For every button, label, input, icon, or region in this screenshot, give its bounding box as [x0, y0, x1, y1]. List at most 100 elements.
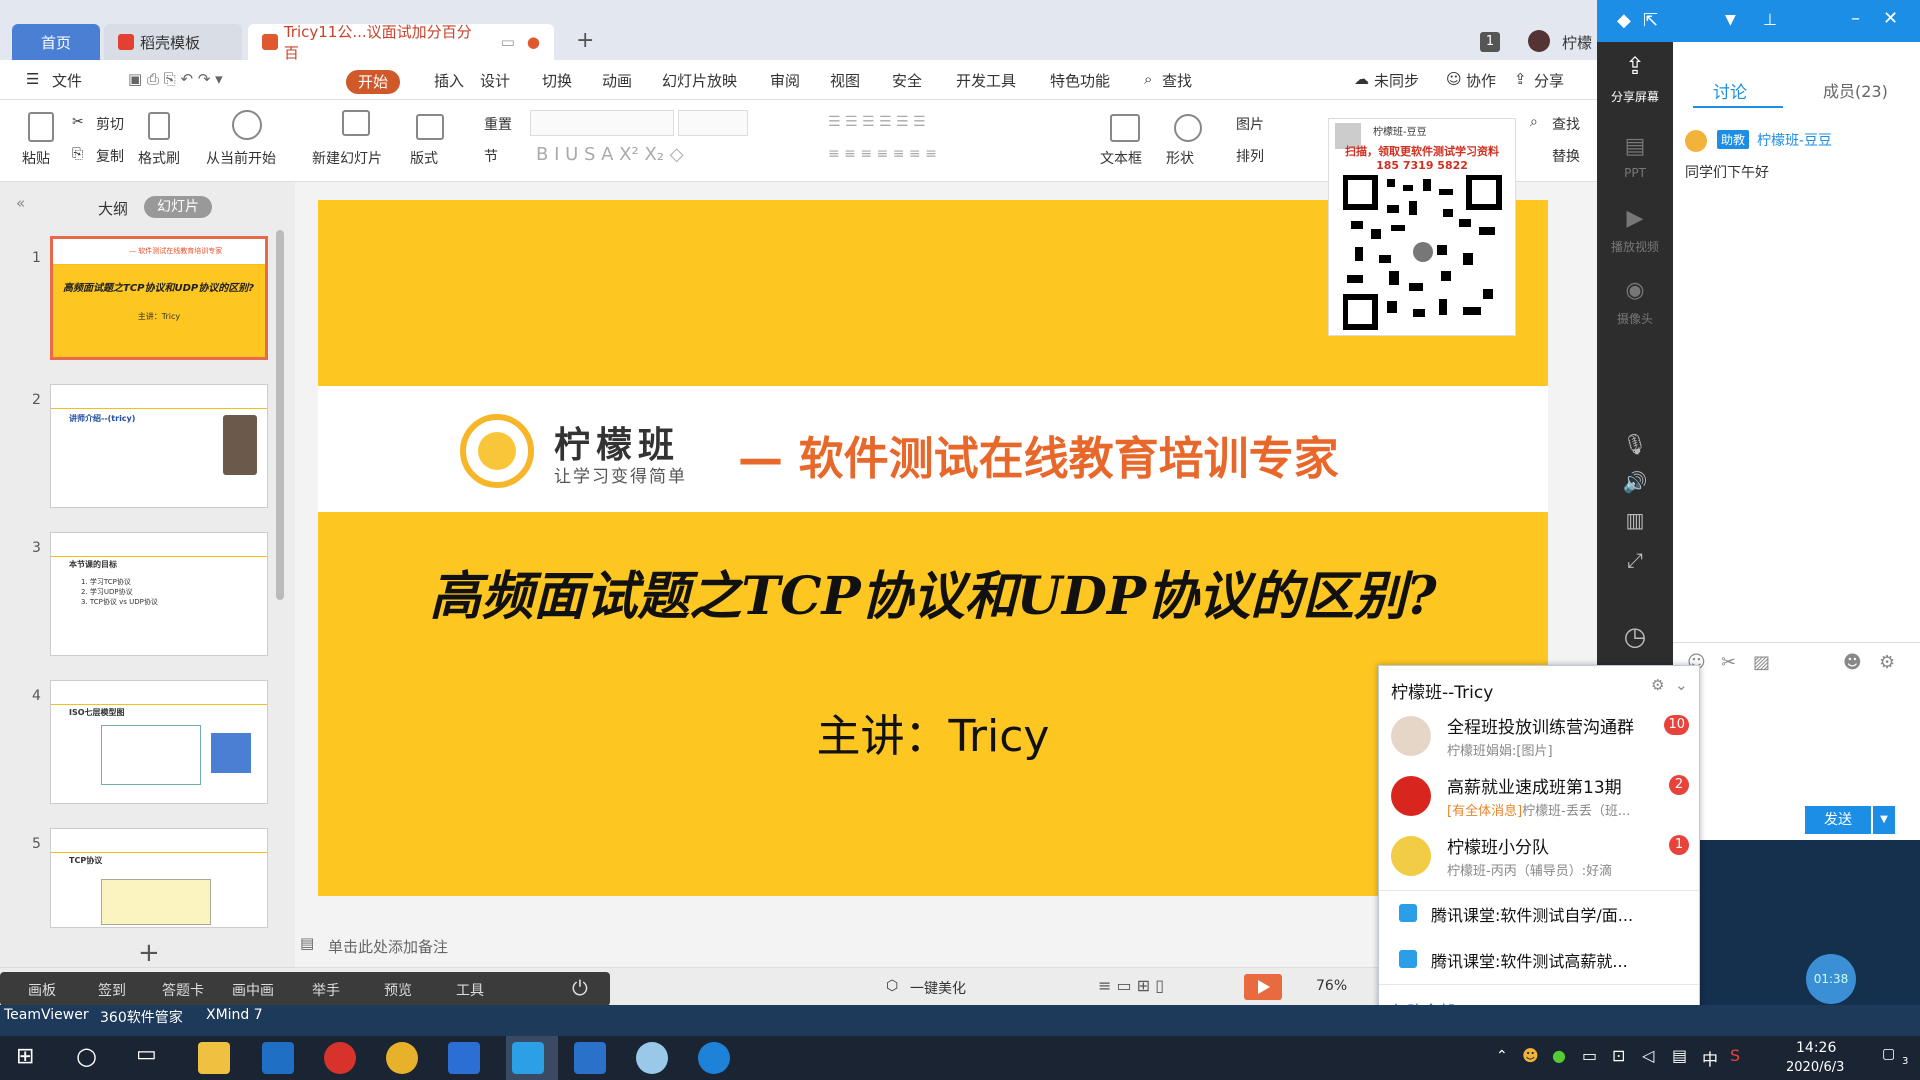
menu-design[interactable]: 设计 — [480, 70, 510, 91]
ppt-label[interactable]: PPT — [1597, 166, 1673, 180]
tab-members[interactable]: 成员(23) — [1823, 78, 1888, 102]
menu-special[interactable]: 特色功能 — [1050, 70, 1110, 91]
menu-view[interactable]: 视图 — [830, 70, 860, 91]
camera-label[interactable]: 摄像头 — [1597, 310, 1673, 327]
paint-icon[interactable] — [636, 1042, 668, 1074]
slide-thumbnail-1[interactable]: — 软件测试在线教育培训专家 高频面试题之TCP协议和UDP协议的区别? 主讲：… — [50, 236, 268, 360]
section-button[interactable]: 节 — [484, 146, 498, 166]
network-icon[interactable]: ⊡ — [1612, 1046, 1625, 1065]
shape-button[interactable]: 形状 — [1166, 148, 1194, 168]
send-button[interactable]: 发送 — [1805, 806, 1871, 834]
send-options-icon[interactable]: ▼ — [1873, 806, 1895, 834]
share-screen-icon[interactable]: ⇪ — [1597, 52, 1673, 80]
netease-icon[interactable] — [324, 1042, 356, 1074]
window-count-badge[interactable]: 1 — [1480, 32, 1500, 52]
slide-thumbnail-4[interactable]: ISO七层模型图 — [50, 680, 268, 804]
font-size-select[interactable] — [678, 110, 748, 136]
menu-share[interactable]: 分享 — [1534, 70, 1564, 91]
reset-button[interactable]: 重置 — [484, 114, 512, 134]
format-painter-button[interactable]: 格式刷 — [138, 148, 180, 168]
tool-preview[interactable]: 预览 — [384, 980, 412, 1000]
replace-button[interactable]: 替换 — [1552, 146, 1580, 166]
tab-template[interactable]: 稻壳模板 — [104, 24, 242, 60]
menu-unsync[interactable]: 未同步 — [1374, 70, 1419, 91]
video-label[interactable]: 播放视频 — [1597, 238, 1673, 255]
panel-scrollbar[interactable] — [276, 230, 284, 600]
task-view-icon[interactable]: ▭ — [136, 1042, 157, 1067]
word-icon[interactable] — [448, 1042, 480, 1074]
power-icon[interactable]: ⏻ — [572, 976, 588, 1000]
countdown-timer[interactable]: 01:38 — [1806, 954, 1856, 1004]
slide-thumbnail-5[interactable]: TCP协议 — [50, 828, 268, 928]
play-slideshow-button[interactable] — [1244, 974, 1282, 1000]
windows-start-icon[interactable]: ⊞ — [16, 1044, 34, 1069]
tencent-classroom-icon[interactable] — [512, 1042, 544, 1074]
copy-button[interactable]: 复制 — [96, 146, 124, 166]
paragraph-buttons[interactable]: ☰ ☰ ☰ ☰ ☰ ☰ — [828, 114, 926, 130]
notification-center-icon[interactable]: ▢ — [1882, 1046, 1895, 1062]
shark-icon[interactable] — [574, 1042, 606, 1074]
font-name-select[interactable] — [530, 110, 674, 136]
beautify-button[interactable]: 一键美化 — [910, 978, 966, 998]
timer-icon[interactable]: ◷ — [1597, 622, 1673, 652]
menu-start[interactable]: 开始 — [346, 70, 400, 94]
minimize-icon[interactable]: – — [1851, 8, 1860, 29]
menu-slideshow[interactable]: 幻灯片放映 — [662, 70, 737, 91]
paste-button[interactable]: 粘贴 — [22, 148, 50, 168]
zoom-level[interactable]: 76% — [1316, 978, 1347, 994]
tool-raise-hand[interactable]: 举手 — [312, 980, 340, 1000]
menu-collab[interactable]: 协作 — [1466, 70, 1496, 91]
speaker-icon[interactable]: 🔊 — [1597, 470, 1673, 494]
class-notification[interactable]: 腾讯课堂:软件测试自学/面... — [1431, 902, 1633, 926]
image-icon[interactable]: ▨ — [1753, 652, 1770, 673]
layout-button[interactable]: 版式 — [410, 148, 438, 168]
store-icon[interactable] — [262, 1042, 294, 1074]
search-icon[interactable]: ⌕ — [1144, 70, 1152, 88]
pin-icon[interactable]: ⊥ — [1763, 10, 1777, 29]
menu-switch[interactable]: 切换 — [542, 70, 572, 91]
menu-dev[interactable]: 开发工具 — [956, 70, 1016, 91]
dropdown-icon[interactable]: ▼ — [1725, 12, 1736, 28]
share-out-icon[interactable]: ⇱ — [1643, 10, 1658, 31]
notes-area[interactable]: ▤ 单击此处添加备注 — [300, 930, 1200, 962]
picture-button[interactable]: 图片 — [1236, 114, 1264, 134]
cut-button[interactable]: 剪切 — [96, 114, 124, 134]
volume-bars-icon[interactable]: ▥ — [1597, 508, 1673, 532]
from-current-button[interactable]: 从当前开始 — [206, 148, 276, 168]
scissors-icon[interactable]: ✂ — [1721, 652, 1736, 673]
tool-answer[interactable]: 答题卡 — [162, 980, 204, 1000]
tab-slides[interactable]: 幻灯片 — [144, 196, 212, 218]
slide-thumbnail-2[interactable]: 讲师介绍--(tricy) — [50, 384, 268, 508]
tab-discuss[interactable]: 讨论 — [1713, 78, 1747, 103]
find-button[interactable]: 查找 — [1552, 114, 1580, 134]
tool-signin[interactable]: 签到 — [98, 980, 126, 1000]
sogou-icon[interactable]: S — [1730, 1046, 1740, 1065]
clock-time[interactable]: 14:26 — [1796, 1040, 1836, 1056]
mic-off-icon[interactable]: 🎙 — [1597, 432, 1673, 456]
new-tab-button[interactable]: + — [576, 28, 594, 53]
align-buttons[interactable]: ≡ ≡ ≡ ≡ ≡ ≡ ≡ — [828, 146, 937, 162]
tab-outline[interactable]: 大纲 — [98, 198, 128, 219]
avatar[interactable] — [1528, 30, 1550, 52]
teamviewer-label[interactable]: TeamViewer — [4, 1007, 89, 1023]
chevron-down-icon[interactable]: ⌄ — [1675, 676, 1688, 694]
chrome-icon[interactable] — [386, 1042, 418, 1074]
security-label[interactable]: 360软件管家 — [100, 1007, 183, 1027]
chevron-up-icon[interactable]: ⌃ — [1496, 1048, 1508, 1064]
menu-security[interactable]: 安全 — [892, 70, 922, 91]
k-app-icon[interactable] — [698, 1042, 730, 1074]
menu-animation[interactable]: 动画 — [602, 70, 632, 91]
fullscreen-icon[interactable]: ⤢ — [1597, 548, 1673, 572]
collapse-panel-icon[interactable]: « — [16, 194, 25, 212]
tool-pip[interactable]: 画中画 — [232, 980, 274, 1000]
qq-group-item[interactable]: 柠檬班小分队 柠檬班-丙丙（辅导员）:好滴 1 — [1379, 826, 1701, 886]
font-style-buttons[interactable]: B I U S A X² X₂ ◇ — [536, 144, 684, 165]
slide-thumbnail-3[interactable]: 本节课的目标 1. 学习TCP协议 2. 学习UDP协议 3. TCP协议 vs… — [50, 532, 268, 656]
tab-document[interactable]: Tricy11公...议面试加分百分百 ▭ ● — [248, 23, 554, 62]
textbox-button[interactable]: 文本框 — [1100, 148, 1142, 168]
clock-date[interactable]: 2020/6/3 — [1786, 1060, 1844, 1075]
tool-tools[interactable]: 工具 — [456, 980, 484, 1000]
menu-icon[interactable]: ☰ — [26, 70, 39, 88]
battery-icon[interactable]: ▭ — [1582, 1046, 1597, 1065]
qq-tray-icon[interactable]: ☻ — [1522, 1046, 1539, 1065]
